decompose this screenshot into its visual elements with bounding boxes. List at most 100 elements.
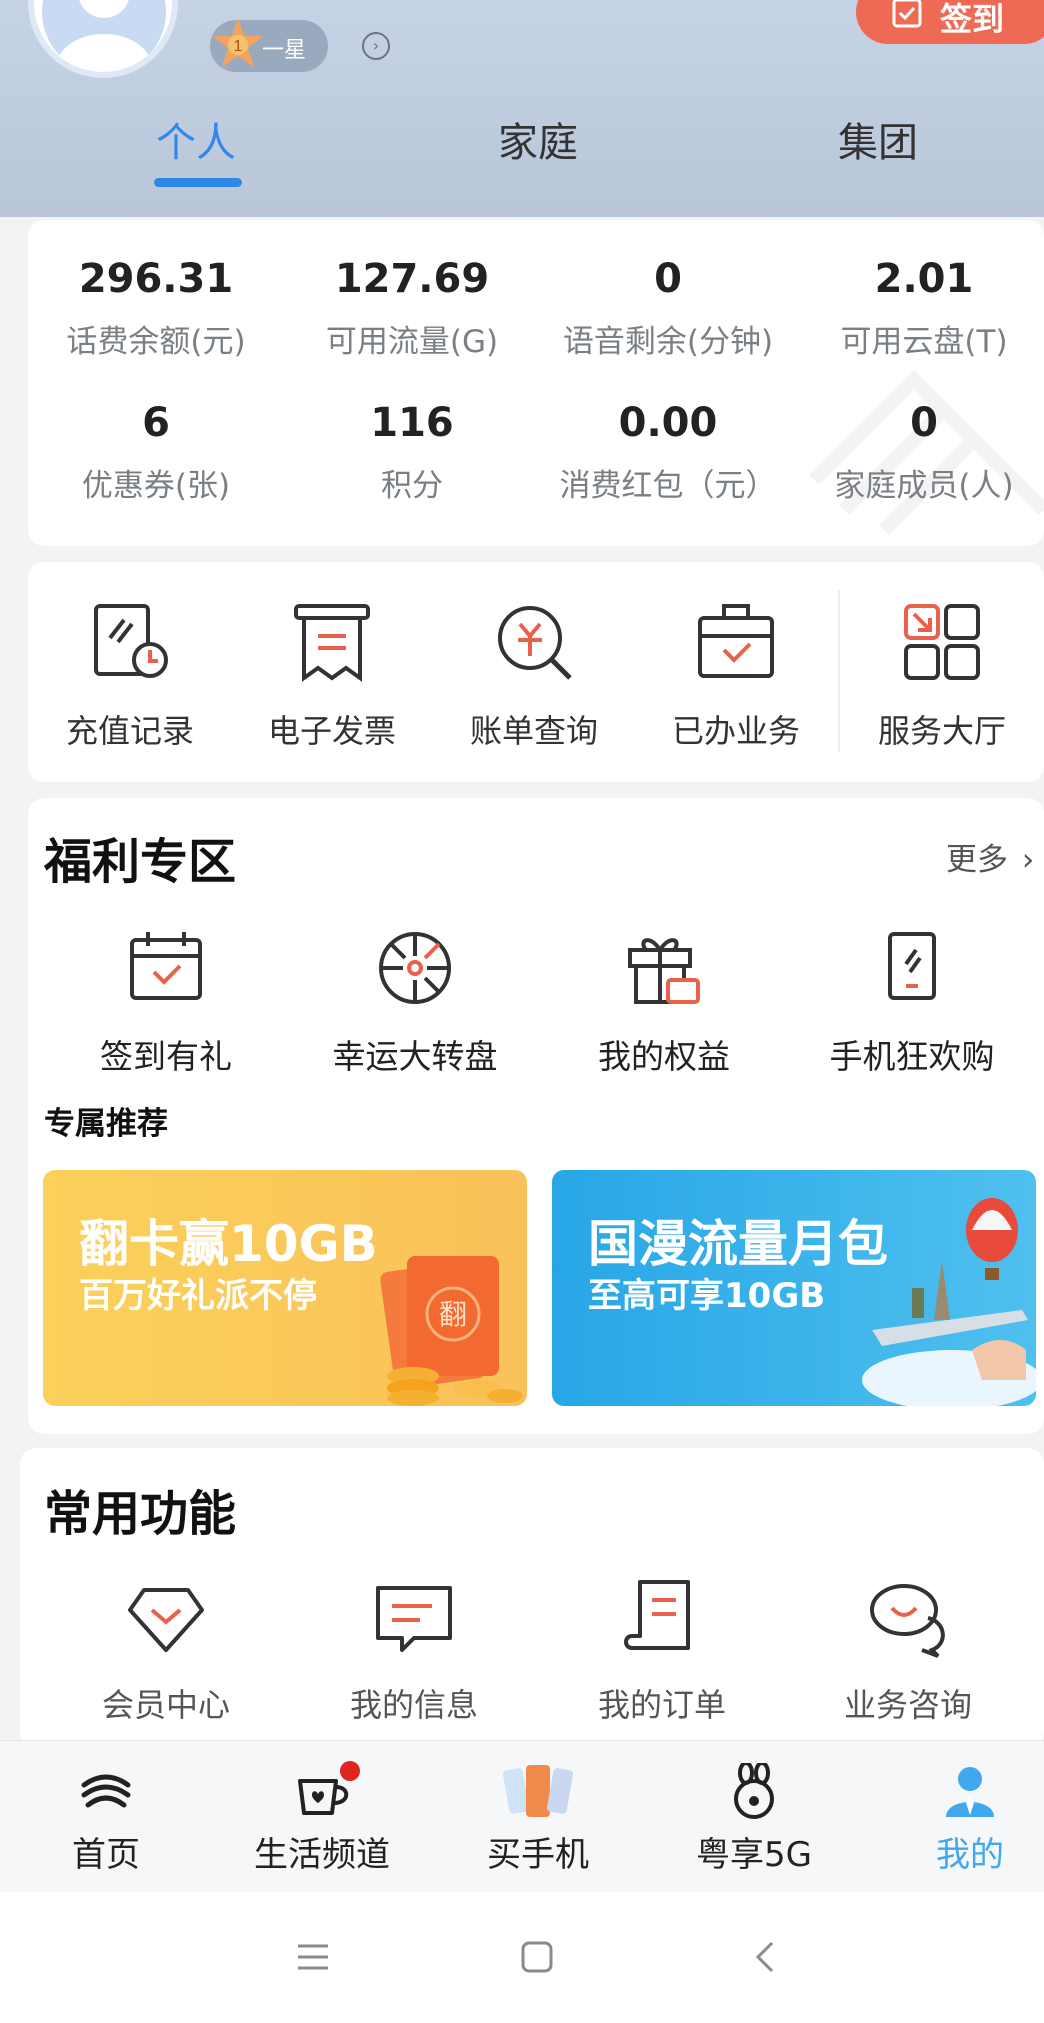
common-item-my-orders[interactable]: 我的订单 (562, 1578, 762, 1726)
stat-family-members[interactable]: 0 家庭成员(人) (796, 400, 1044, 505)
common-item-label: 业务咨询 (843, 1686, 972, 1724)
chevron-right-circle-icon[interactable]: › (362, 32, 390, 60)
stat-value: 0.00 (618, 400, 718, 446)
stat-label: 积分 (381, 468, 443, 504)
welfare-item-checkin[interactable]: 签到有礼 (66, 928, 266, 1078)
tab-personal[interactable]: 个人 (156, 110, 236, 168)
gift-icon (628, 938, 700, 1004)
signin-button[interactable]: 签到 (856, 0, 1044, 44)
nav-item-mine[interactable]: 我的 (866, 1741, 1044, 1893)
stat-data[interactable]: 127.69 可用流量(G) (284, 256, 540, 361)
recommend-title: 专属推荐 (44, 1106, 168, 1142)
avatar-placeholder-icon (42, 0, 166, 72)
tab-family[interactable]: 家庭 (498, 110, 578, 168)
stat-coupons[interactable]: 6 优惠券(张) (28, 400, 284, 505)
china-mobile-logo-icon (81, 1774, 131, 1808)
stat-label: 话费余额(元) (66, 324, 246, 360)
quick-link-recharge-record[interactable]: 充值记录 (30, 600, 230, 752)
stat-value: 116 (370, 400, 454, 446)
quick-link-invoice[interactable]: 电子发票 (232, 600, 432, 752)
bill-search-icon (498, 606, 572, 680)
welfare-item-wheel[interactable]: 幸运大转盘 (315, 928, 515, 1078)
quick-link-done-business[interactable]: 已办业务 (636, 600, 836, 752)
nav-item-life-channel[interactable]: 生活频道 (218, 1741, 426, 1893)
nav-label: 首页 (72, 1835, 140, 1875)
stat-label: 家庭成员(人) (834, 468, 1014, 504)
stat-cloud[interactable]: 2.01 可用云盘(T) (796, 256, 1044, 361)
nav-label: 我的 (936, 1835, 1004, 1875)
red-card-coins-icon: 翻 (380, 1256, 523, 1406)
common-item-my-messages[interactable]: 我的信息 (314, 1578, 514, 1726)
profile-header: 1 一星 › 签到 个人 家庭 集团 (0, 0, 1044, 217)
common-item-consultation[interactable]: 业务咨询 (808, 1578, 1008, 1726)
quick-link-service-hall[interactable]: 服务大厅 (842, 600, 1042, 752)
diamond-icon (128, 1588, 204, 1652)
banner-subtitle: 至高可享10GB (588, 1276, 826, 1316)
travel-illustration-icon (862, 1198, 1036, 1406)
menu-icon[interactable] (296, 1940, 330, 1974)
stat-points[interactable]: 116 积分 (284, 400, 540, 505)
account-stats-card: 296.31 话费余额(元) 127.69 可用流量(G) 0 语音剩余(分钟)… (28, 220, 1044, 546)
rabbit-icon (734, 1763, 774, 1819)
stat-value: 0 (910, 400, 938, 446)
welfare-more-link[interactable]: 更多 › (946, 834, 1034, 879)
calendar-check-icon (130, 932, 202, 1000)
nav-label: 买手机 (487, 1835, 589, 1875)
svg-text:翻: 翻 (439, 1298, 467, 1331)
nav-item-home[interactable]: 首页 (2, 1741, 210, 1893)
quick-link-label: 已办业务 (671, 712, 800, 750)
phones-icon (502, 1765, 574, 1817)
banner-roaming-pack[interactable]: 国漫流量月包 至高可享10GB (552, 1170, 1036, 1406)
nav-item-5g[interactable]: 粤享5G (650, 1741, 858, 1893)
back-icon[interactable] (748, 1940, 782, 1974)
welfare-item-label: 签到有礼 (100, 1037, 232, 1076)
home-square-icon[interactable] (520, 1940, 554, 1974)
common-item-label: 我的信息 (349, 1686, 478, 1724)
quick-link-bill-search[interactable]: 账单查询 (434, 600, 634, 752)
stat-value: 296.31 (78, 256, 234, 302)
welfare-item-phone[interactable]: 手机狂欢购 (812, 928, 1012, 1078)
quick-link-label: 电子发票 (267, 712, 396, 750)
banner-title: 国漫流量月包 (588, 1215, 888, 1273)
stat-red-packet[interactable]: 0.00 消费红包（元） (540, 400, 796, 505)
stat-balance[interactable]: 296.31 话费余额(元) (28, 256, 284, 361)
banner-flip-card[interactable]: 翻卡赢10GB 百万好礼派不停 翻 (43, 1170, 527, 1406)
tab-group[interactable]: 集团 (838, 110, 918, 168)
signin-label: 签到 (940, 0, 1005, 38)
user-icon (946, 1767, 994, 1817)
invoice-icon (294, 604, 370, 682)
welfare-title: 福利专区 (44, 834, 237, 890)
stat-voice[interactable]: 0 语音剩余(分钟) (540, 256, 796, 361)
stat-value: 2.01 (874, 256, 974, 302)
chevron-right-icon: › (1021, 842, 1035, 878)
welfare-item-label: 我的权益 (598, 1037, 730, 1076)
nav-item-buy-phone[interactable]: 买手机 (434, 1741, 642, 1893)
quick-link-label: 服务大厅 (877, 712, 1006, 750)
system-navigation-bar (0, 1892, 1044, 2023)
level-badge[interactable]: 1 一星 (210, 18, 328, 72)
common-item-label: 我的订单 (597, 1686, 726, 1724)
tab-active-indicator (154, 178, 242, 187)
stat-label: 语音剩余(分钟) (562, 324, 774, 360)
star-badge-icon: 1 (213, 18, 263, 67)
common-item-member-center[interactable]: 会员中心 (66, 1578, 266, 1726)
nav-label: 生活频道 (254, 1835, 390, 1875)
avatar[interactable] (28, 0, 178, 78)
welfare-item-label: 幸运大转盘 (332, 1037, 498, 1076)
phone-icon (888, 932, 936, 1000)
service-grid-icon (904, 604, 980, 680)
quick-link-label: 账单查询 (469, 712, 598, 750)
stat-label: 优惠券(张) (81, 468, 231, 504)
common-functions-title: 常用功能 (44, 1486, 237, 1542)
welfare-item-rights[interactable]: 我的权益 (564, 928, 764, 1078)
level-text: 一星 (262, 38, 307, 63)
banner-title: 翻卡赢10GB (79, 1215, 378, 1273)
order-icon (624, 1580, 690, 1650)
wheel-icon (379, 932, 451, 1004)
common-item-label: 会员中心 (101, 1686, 230, 1724)
more-label: 更多 (946, 842, 1008, 878)
recharge-record-icon (94, 604, 168, 678)
message-icon (376, 1586, 452, 1652)
notification-dot (340, 1761, 360, 1781)
check-square-icon (892, 0, 922, 28)
